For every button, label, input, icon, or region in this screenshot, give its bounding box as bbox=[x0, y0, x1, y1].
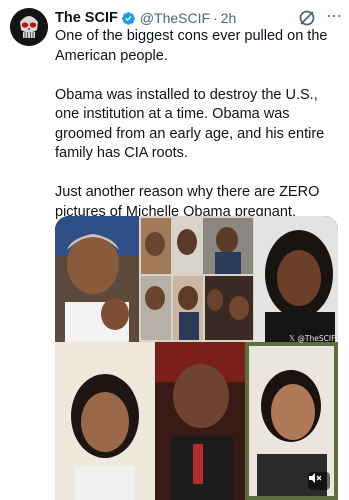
tweet-media[interactable]: 𝕏 @TheSCIF bbox=[55, 216, 338, 500]
avatar[interactable] bbox=[10, 8, 48, 46]
separator-dot: · bbox=[213, 10, 218, 26]
volume-muted-icon[interactable] bbox=[308, 472, 330, 490]
verified-badge-icon bbox=[121, 11, 136, 26]
punisher-skull-icon bbox=[10, 8, 48, 46]
media-collage-image bbox=[55, 216, 338, 500]
author-handle[interactable]: @TheSCIF bbox=[140, 10, 210, 26]
media-watermark: 𝕏 @TheSCIF bbox=[289, 334, 336, 343]
timestamp[interactable]: 2h bbox=[221, 10, 237, 26]
tweet-header: The SCIF @TheSCIF · 2h ⋯ bbox=[55, 8, 345, 28]
grok-icon[interactable] bbox=[297, 8, 317, 28]
author-name[interactable]: The SCIF bbox=[55, 10, 118, 26]
tweet-text: One of the biggest cons ever pulled on t… bbox=[55, 28, 328, 220]
more-options-icon[interactable]: ⋯ bbox=[326, 6, 343, 26]
